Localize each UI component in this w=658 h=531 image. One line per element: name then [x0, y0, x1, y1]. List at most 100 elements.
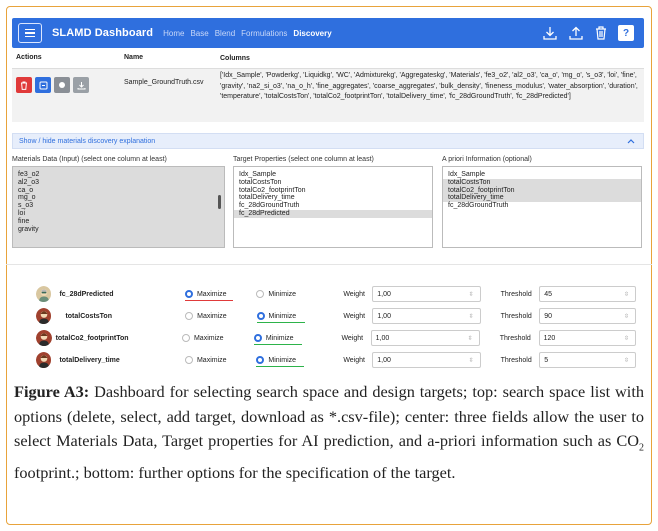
threshold-input[interactable]: 90 ⇳	[539, 308, 636, 324]
list-item[interactable]: loi	[13, 210, 224, 218]
minimize-radio[interactable]: Minimize	[256, 356, 343, 367]
weight-input[interactable]: 1,00 ⇳	[372, 286, 481, 302]
list-item[interactable]: gravity	[13, 226, 224, 234]
minimize-radio[interactable]: Minimize	[256, 290, 343, 298]
weight-value: 1,00	[375, 334, 390, 342]
avatar	[36, 330, 52, 346]
list-item[interactable]: mg_o	[13, 194, 224, 202]
spinner-icon[interactable]: ⇳	[624, 335, 629, 342]
maximize-label: Maximize	[196, 290, 227, 298]
list-item[interactable]: totalDelivery_time	[234, 194, 432, 202]
select-button[interactable]	[35, 77, 51, 93]
weight-label: Weight	[343, 290, 365, 298]
threshold-input[interactable]: 120 ⇳	[538, 330, 636, 346]
explanation-toggle[interactable]: Show / hide materials discovery explanat…	[12, 133, 644, 149]
list-item-selected[interactable]: totalDelivery_time	[443, 194, 641, 203]
list-item[interactable]: totalCo2_footprintTon	[234, 187, 432, 195]
list-item[interactable]: al2_o3	[13, 179, 224, 187]
spinner-icon[interactable]: ⇳	[469, 357, 474, 364]
nav-link-formulations[interactable]: Formulations	[241, 29, 287, 38]
minimize-label: Minimize	[265, 334, 294, 342]
nav-link-discovery[interactable]: Discovery	[293, 29, 331, 38]
toggle-label: Show / hide materials discovery explanat…	[19, 137, 156, 145]
minimize-radio[interactable]: Minimize	[253, 334, 342, 345]
targets-listbox[interactable]: Idx_Sample totalCostsTon totalCo2_footpr…	[233, 166, 433, 248]
list-item[interactable]: Idx_Sample	[234, 171, 432, 179]
trash-icon	[21, 81, 27, 90]
threshold-label: Threshold	[499, 334, 531, 342]
threshold-label: Threshold	[500, 312, 532, 320]
spinner-icon[interactable]: ⇳	[624, 291, 629, 298]
threshold-input[interactable]: 5 ⇳	[539, 352, 637, 368]
section-divider	[6, 264, 652, 265]
target-row: fc_28dPredicted Maximize Minimize Weight…	[36, 284, 637, 304]
list-item[interactable]: fc_28dGroundTruth	[234, 202, 432, 210]
spinner-icon[interactable]: ⇳	[624, 313, 629, 320]
target-name: fc_28dPredicted	[59, 290, 114, 298]
list-item[interactable]: fine	[13, 218, 224, 226]
list-item[interactable]: fe3_o2	[13, 171, 224, 179]
spinner-icon[interactable]: ⇳	[469, 291, 474, 298]
list-item[interactable]: fc_28dGroundTruth	[443, 202, 641, 210]
nav-icons: ?	[542, 25, 634, 41]
weight-input[interactable]: 1,00 ⇳	[372, 308, 481, 324]
delete-button[interactable]	[16, 77, 32, 93]
threshold-value: 5	[544, 356, 549, 364]
target-name: totalCo2_footprintTon	[55, 334, 129, 342]
table-row: Sample_GroundTruth.csv ['Idx_Sample', 'P…	[12, 68, 644, 122]
download-icon[interactable]	[542, 25, 558, 41]
minimize-radio[interactable]: Minimize	[256, 312, 344, 323]
radio-dot[interactable]	[256, 290, 265, 298]
threshold-value: 120	[543, 334, 556, 342]
list-item-selected[interactable]: totalCo2_footprintTon	[443, 186, 641, 195]
weight-value: 1,00	[377, 356, 391, 364]
help-icon[interactable]: ?	[618, 25, 634, 41]
maximize-radio[interactable]: Maximize	[184, 290, 256, 301]
radio-dot[interactable]	[184, 290, 193, 298]
radio-dot[interactable]	[185, 312, 194, 320]
radio-dot[interactable]	[256, 356, 265, 364]
spinner-icon[interactable]: ⇳	[469, 313, 474, 320]
apriori-listbox[interactable]: Idx_Sample totalCostsTon totalCo2_footpr…	[442, 166, 642, 248]
nav-link-blend[interactable]: Blend	[215, 29, 235, 38]
threshold-value: 45	[544, 290, 553, 298]
target-row: totalCo2_footprintTon Maximize Minimize …	[36, 328, 636, 348]
brand-title[interactable]: SLAMD Dashboard	[52, 27, 153, 39]
list-item[interactable]: Idx_Sample	[443, 171, 641, 179]
listbox-scrollbar[interactable]	[218, 195, 221, 209]
weight-label: Weight	[341, 334, 364, 342]
list-item-selected[interactable]: totalCostsTon	[443, 178, 641, 187]
spinner-icon[interactable]: ⇳	[468, 335, 473, 342]
nav-link-base[interactable]: Base	[190, 29, 208, 38]
apriori-label: A priori Information (optional)	[442, 156, 532, 163]
materials-listbox[interactable]: fe3_o2 al2_o3 ca_o mg_o s_o3 loi fine gr…	[12, 166, 225, 248]
nav-link-home[interactable]: Home	[163, 29, 184, 38]
weight-value: 1,00	[377, 290, 391, 298]
download-csv-button[interactable]	[73, 77, 89, 93]
target-row: totalDelivery_time Maximize Minimize Wei…	[36, 350, 637, 370]
maximize-radio[interactable]: Maximize	[181, 334, 254, 342]
weight-input[interactable]: 1,00 ⇳	[370, 330, 480, 346]
maximize-radio[interactable]: Maximize	[185, 312, 256, 320]
threshold-label: Threshold	[500, 290, 532, 298]
maximize-radio[interactable]: Maximize	[184, 356, 256, 364]
upload-icon[interactable]	[568, 25, 584, 41]
nav-links: Home Base Blend Formulations Discovery	[163, 29, 332, 38]
radio-dot[interactable]	[181, 334, 190, 342]
trash-icon[interactable]	[594, 25, 608, 41]
weight-input[interactable]: 1,00 ⇳	[372, 352, 481, 368]
add-target-button[interactable]	[54, 77, 70, 93]
list-item[interactable]: totalCostsTon	[234, 179, 432, 187]
list-item[interactable]: ca_o	[13, 187, 224, 195]
threshold-value: 90	[544, 312, 553, 320]
list-item[interactable]: s_o3	[13, 202, 224, 210]
hamburger-menu-icon[interactable]	[18, 23, 42, 43]
threshold-input[interactable]: 45 ⇳	[539, 286, 637, 302]
dataset-columns: ['Idx_Sample', 'Powderkg', 'Liquidkg', '…	[220, 72, 638, 100]
radio-dot[interactable]	[184, 356, 193, 364]
weight-label: Weight	[343, 312, 366, 320]
radio-dot[interactable]	[253, 334, 262, 342]
list-item-selected[interactable]: fc_28dPredicted	[234, 209, 432, 218]
radio-dot[interactable]	[256, 312, 265, 320]
spinner-icon[interactable]: ⇳	[624, 357, 629, 364]
